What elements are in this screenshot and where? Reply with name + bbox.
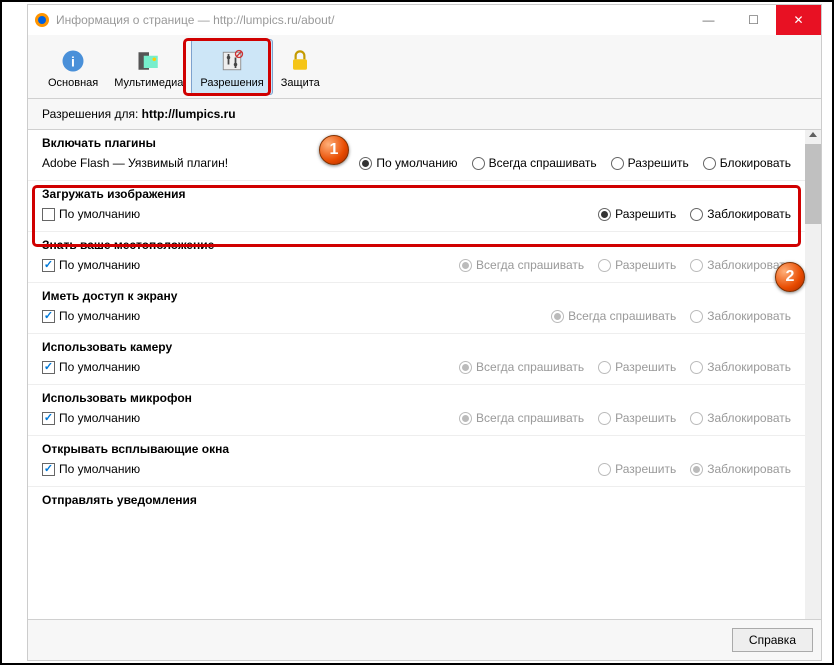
permissions-icon (216, 45, 248, 77)
help-button[interactable]: Справка (732, 628, 813, 652)
section-camera: Использовать камеру По умолчанию Всегда … (28, 334, 805, 385)
microphone-opt-ask: Всегда спрашивать (459, 411, 584, 425)
images-opt-allow[interactable]: Разрешить (598, 207, 676, 221)
camera-opt-block: Заблокировать (690, 360, 791, 374)
tab-media[interactable]: Мультимедиа (106, 39, 191, 95)
close-button[interactable]: ✕ (776, 5, 821, 35)
firefox-icon (34, 12, 50, 28)
toolbar: i Основная Мультимедиа Разрешения Защита (28, 35, 821, 99)
titlebar: Информация о странице — http://lumpics.r… (28, 5, 821, 35)
section-plugins: Включать плагины Adobe Flash — Уязвимый … (28, 130, 805, 181)
plugins-opt-block[interactable]: Блокировать (703, 156, 791, 170)
plugins-opt-default[interactable]: По умолчанию (359, 156, 457, 170)
section-screen: Иметь доступ к экрану По умолчанию Всегд… (28, 283, 805, 334)
location-default-checkbox[interactable]: По умолчанию (42, 258, 140, 272)
minimize-button[interactable]: — (686, 5, 731, 35)
popups-default-checkbox[interactable]: По умолчанию (42, 462, 140, 476)
microphone-default-checkbox[interactable]: По умолчанию (42, 411, 140, 425)
scrollbar[interactable] (805, 130, 821, 619)
screen-opt-ask: Всегда спрашивать (551, 309, 676, 323)
section-notifications: Отправлять уведомления (28, 487, 805, 523)
microphone-opt-allow: Разрешить (598, 411, 676, 425)
section-location: Знать ваше местоположение По умолчанию В… (28, 232, 805, 283)
section-microphone: Использовать микрофон По умолчанию Всегд… (28, 385, 805, 436)
lock-icon (284, 45, 316, 77)
svg-text:i: i (71, 53, 75, 69)
camera-default-checkbox[interactable]: По умолчанию (42, 360, 140, 374)
section-popups: Открывать всплывающие окна По умолчанию … (28, 436, 805, 487)
tab-general[interactable]: i Основная (40, 39, 106, 95)
scroll-up-icon (809, 132, 817, 137)
section-images: Загружать изображения По умолчанию Разре… (28, 181, 805, 232)
media-icon (133, 45, 165, 77)
window-title: Информация о странице — http://lumpics.r… (56, 13, 686, 27)
scrollbar-thumb[interactable] (805, 144, 821, 224)
screen-opt-block: Заблокировать (690, 309, 791, 323)
images-opt-block[interactable]: Заблокировать (690, 207, 791, 221)
step-badge-1: 1 (319, 135, 349, 165)
camera-opt-allow: Разрешить (598, 360, 676, 374)
maximize-button[interactable]: ☐ (731, 5, 776, 35)
plugins-opt-allow[interactable]: Разрешить (611, 156, 689, 170)
step-badge-2: 2 (775, 262, 805, 292)
permissions-header: Разрешения для: http://lumpics.ru (28, 99, 821, 130)
popups-opt-block: Заблокировать (690, 462, 791, 476)
footer: Справка (28, 619, 821, 660)
screen-default-checkbox[interactable]: По умолчанию (42, 309, 140, 323)
permissions-list: Включать плагины Adobe Flash — Уязвимый … (28, 130, 805, 619)
images-default-checkbox[interactable]: По умолчанию (42, 207, 140, 221)
microphone-opt-block: Заблокировать (690, 411, 791, 425)
location-opt-ask: Всегда спрашивать (459, 258, 584, 272)
info-icon: i (57, 45, 89, 77)
plugins-opt-ask[interactable]: Всегда спрашивать (472, 156, 597, 170)
popups-opt-allow: Разрешить (598, 462, 676, 476)
tab-security[interactable]: Защита (273, 39, 328, 95)
location-opt-allow: Разрешить (598, 258, 676, 272)
camera-opt-ask: Всегда спрашивать (459, 360, 584, 374)
tab-permissions[interactable]: Разрешения (191, 39, 272, 95)
